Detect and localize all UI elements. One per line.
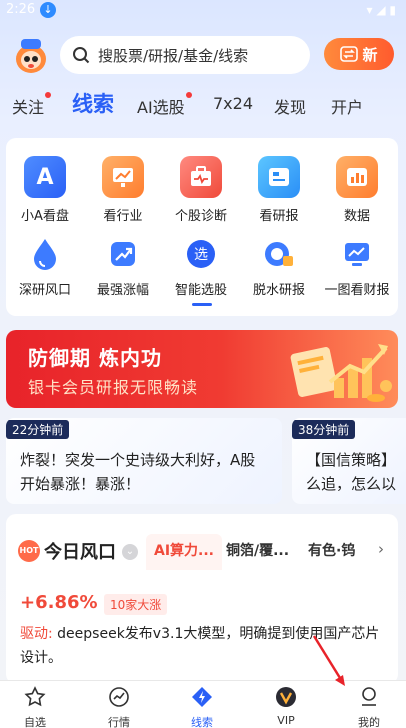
- nav-item-mine[interactable]: 我的: [339, 685, 399, 728]
- news-time-badge: 38分钟前: [292, 420, 356, 439]
- new-button-label: 新: [362, 45, 378, 64]
- grid-item-smart-select[interactable]: 选 智能选股: [162, 236, 240, 298]
- hot-tab-ai-compute[interactable]: AI算力...: [154, 540, 214, 560]
- grid-item-reports[interactable]: 看研报: [240, 156, 318, 224]
- download-icon: ↓: [40, 2, 56, 18]
- hot-topics-card: HOT 今日风口 ⌄ AI算力... 铜箔/覆... 有色·钨 › +6.86%…: [6, 514, 398, 684]
- tab-ai-stock[interactable]: AI选股: [137, 92, 192, 118]
- hot-tab-copper-foil[interactable]: 铜箔/覆...: [226, 540, 289, 560]
- status-icons: ▾ ◢ ▮: [366, 3, 396, 17]
- chevron-right-icon[interactable]: ›: [378, 540, 384, 558]
- water-drop-icon: [27, 236, 63, 272]
- top-bar: 搜股票/研报/基金/线索 新: [0, 33, 406, 77]
- rise-count-badge: 10家大涨: [104, 594, 168, 615]
- hourglass-icon: [261, 236, 297, 272]
- tab-clues[interactable]: 线索: [72, 88, 114, 118]
- grid-item-data[interactable]: 数据: [318, 156, 396, 224]
- grid-item-dehydrated-reports[interactable]: 脱水研报: [240, 236, 318, 298]
- search-bar[interactable]: 搜股票/研报/基金/线索: [60, 36, 310, 74]
- grid-item-diagnosis[interactable]: 个股诊断: [162, 156, 240, 224]
- driver-content: deepseek发布v3.1大模型，明确提到使用国产芯片设计。: [20, 626, 380, 666]
- nav-item-market[interactable]: 行情: [89, 685, 149, 728]
- svg-text:选: 选: [194, 247, 208, 263]
- banner-subtitle: 银卡会员研报无限畅读: [28, 378, 199, 397]
- banner-indicator: [184, 399, 210, 408]
- tab-discover[interactable]: 发现: [274, 94, 306, 118]
- market-pulse-icon: [109, 687, 129, 707]
- grid-item-top-gainers[interactable]: 最强涨幅: [84, 236, 162, 298]
- new-button[interactable]: 新: [324, 38, 394, 70]
- notification-dot: [45, 92, 52, 98]
- nav-item-vip[interactable]: VIP: [256, 685, 316, 727]
- status-bar: 2:26 ↓ ▾ ◢ ▮: [0, 0, 406, 22]
- grid-item-industry[interactable]: 看行业: [84, 156, 162, 224]
- tab-7x24[interactable]: 7x24: [213, 94, 253, 113]
- notification-dot: [185, 92, 192, 98]
- tab-follow[interactable]: 关注: [12, 92, 52, 118]
- hot-tab-nonferrous[interactable]: 有色·钨: [308, 540, 355, 560]
- nav-item-clues[interactable]: 线索: [172, 685, 232, 728]
- tab-open-account[interactable]: 开户: [331, 94, 363, 118]
- select-icon: 选: [183, 236, 219, 272]
- search-icon: [73, 47, 90, 64]
- driver-text: 驱动: deepseek发布v3.1大模型，明确提到使用国产芯片设计。: [20, 622, 388, 670]
- nav-item-watchlist[interactable]: 自选: [5, 685, 65, 728]
- chart-image-icon: [339, 236, 375, 272]
- news-text: 炸裂！突发一个史诗级大利好，A股开始暴涨！暴涨！: [20, 451, 256, 493]
- status-time: 2:26: [6, 2, 36, 17]
- grid-item-xiaoa[interactable]: A 小A看盘: [6, 156, 84, 224]
- user-icon: [362, 687, 376, 706]
- hot-topics-header: HOT 今日风口 ⌄ AI算力... 铜箔/覆... 有色·钨 ›: [6, 534, 398, 570]
- mascot-logo-icon[interactable]: [12, 35, 50, 75]
- chart-coins-illustration-icon: [290, 344, 392, 402]
- star-icon: [24, 686, 46, 707]
- hot-icon: HOT: [18, 540, 40, 562]
- banner-title: 防御期 炼内功: [28, 346, 162, 370]
- a-letter-icon: A: [24, 156, 66, 198]
- top-tabs: 关注 线索 AI选股 7x24 发现 开户: [0, 86, 406, 126]
- rising-arrow-icon: [105, 236, 141, 272]
- news-card[interactable]: 22分钟前 炸裂！突发一个史诗级大利好，A股开始暴涨！暴涨！: [6, 418, 282, 504]
- news-text: 【国信策略】么追，怎么以: [306, 451, 397, 493]
- swap-icon: [340, 46, 359, 62]
- sector-change: +6.86%: [20, 592, 98, 613]
- promo-banner[interactable]: 防御期 炼内功 银卡会员研报无限畅读: [6, 330, 398, 408]
- bottom-nav: 自选 行情 线索 VIP 我的: [0, 680, 406, 728]
- vip-icon: [276, 687, 296, 707]
- trend-board-icon: [102, 156, 144, 198]
- grid-item-deep-research[interactable]: 深研风口: [6, 236, 84, 298]
- page-indicator: [192, 303, 212, 306]
- driver-label: 驱动:: [20, 626, 53, 642]
- chevron-down-icon[interactable]: ⌄: [122, 544, 138, 560]
- hot-topics-title: 今日风口: [44, 542, 116, 563]
- news-time-badge: 22分钟前: [6, 420, 70, 439]
- feature-grid: A 小A看盘 看行业 个股诊断 看研报 数据 深研风口 最强涨幅 选 智能选股 …: [6, 138, 398, 316]
- medical-kit-icon: [180, 156, 222, 198]
- diamond-bolt-icon: [192, 687, 212, 707]
- news-card[interactable]: 38分钟前 【国信策略】么追，怎么以: [292, 418, 406, 504]
- grid-item-financial-chart[interactable]: 一图看财报: [318, 236, 396, 298]
- report-icon: [258, 156, 300, 198]
- bar-chart-icon: [336, 156, 378, 198]
- search-placeholder: 搜股票/研报/基金/线索: [98, 46, 249, 65]
